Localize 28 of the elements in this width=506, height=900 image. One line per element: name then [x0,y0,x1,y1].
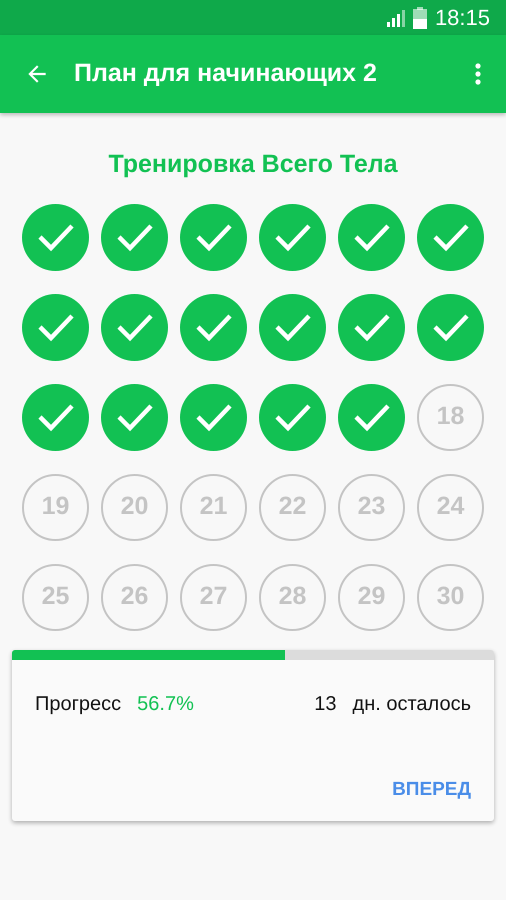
progress-label: Прогресс [35,692,122,716]
more-options-icon[interactable] [474,62,482,86]
checkmark-icon [36,402,74,432]
screen-title: План для начинающих 2 [74,58,378,90]
checkmark-icon [352,402,390,432]
forward-button[interactable]: ВПЕРЕД [392,776,471,804]
checkmark-icon [36,312,74,342]
days-count: 13 [314,692,337,716]
checkmark-icon [116,222,154,252]
checkmark-icon [194,402,232,432]
workout-title: Тренировка Всего Тела [108,149,398,180]
checkmark-icon [274,402,312,432]
status-time: 18:15 [434,4,490,32]
checkmark-icon [194,222,232,252]
days-left-label: дн. осталось [352,692,471,716]
checkmark-icon [274,222,312,252]
progress-percent: 56.7% [137,692,194,716]
checkmark-icon [194,312,232,342]
battery-icon [412,6,427,28]
checkmark-icon [432,312,470,342]
checkmark-icon [432,222,470,252]
checkmark-icon [116,402,154,432]
signal-icon [384,8,405,26]
checkmark-icon [352,222,390,252]
checkmark-icon [274,312,312,342]
checkmark-icon [352,312,390,342]
checkmark-icon [116,312,154,342]
checkmark-icon [36,222,74,252]
